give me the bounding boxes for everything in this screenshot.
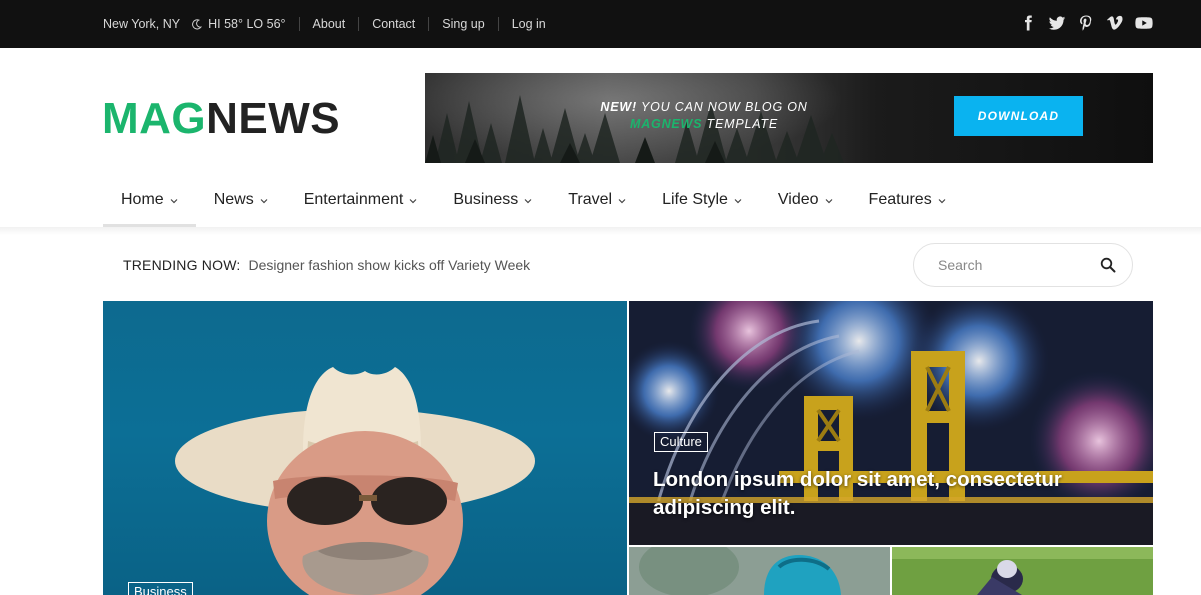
social-links (1018, 12, 1153, 34)
nav-entertainment-label: Entertainment (303, 191, 404, 208)
nav-news[interactable]: News (196, 179, 286, 227)
about-link[interactable]: About (313, 17, 346, 31)
chevron-down-icon (825, 199, 832, 204)
search-icon[interactable] (1100, 257, 1116, 273)
trending-label: TRENDING NOW: (123, 257, 241, 273)
search-box (913, 243, 1133, 287)
banner-ad[interactable]: NEW! YOU CAN NOW BLOG ON MAGNEWS TEMPLAT… (425, 73, 1153, 163)
contact-link[interactable]: Contact (372, 17, 415, 31)
hero-card-small-2[interactable] (892, 547, 1153, 595)
signup-link[interactable]: Sing up (442, 17, 484, 31)
nav-home[interactable]: Home (103, 179, 196, 227)
hero-card-secondary[interactable]: Culture London ipsum dolor sit amet, con… (629, 301, 1153, 545)
nav-news-label: News (213, 191, 254, 208)
divider (497, 17, 499, 31)
motorcycle-race-image (892, 547, 1153, 595)
nav-business[interactable]: Business (435, 179, 550, 227)
nav-business-label: Business (453, 191, 519, 208)
logo-news-text: NEWS (206, 94, 341, 143)
pinterest-icon[interactable] (1076, 12, 1095, 34)
twitter-icon[interactable] (1047, 12, 1066, 34)
swimmer-image (629, 547, 890, 595)
youtube-icon[interactable] (1134, 12, 1153, 34)
category-tag[interactable]: Business (128, 582, 193, 595)
article-headline[interactable]: London ipsum dolor sit amet, consectetur… (653, 466, 1123, 522)
nav-travel[interactable]: Travel (550, 179, 644, 227)
site-logo[interactable]: MAGNEWS (102, 96, 340, 142)
headline-line-2: adipiscing elit. (653, 496, 796, 519)
banner-new: NEW! (600, 100, 637, 114)
chevron-down-icon (938, 199, 946, 204)
logo-mag: MAG (102, 94, 207, 143)
banner-line1: YOU CAN NOW BLOG ON (636, 100, 808, 114)
trending-bar: TRENDING NOW: Designer fashion show kick… (123, 257, 530, 273)
divider (428, 17, 430, 31)
category-tag[interactable]: Culture (654, 432, 708, 452)
nav-travel-label: Travel (568, 191, 613, 208)
banner-text: NEW! YOU CAN NOW BLOG ON MAGNEWS TEMPLAT… (599, 99, 809, 133)
divider (298, 17, 300, 31)
chevron-down-icon (618, 199, 626, 204)
chevron-down-icon (409, 199, 417, 204)
login-link[interactable]: Log in (512, 17, 546, 31)
logo-news: NEWS (206, 94, 340, 143)
banner-line2: TEMPLATE (702, 117, 778, 131)
chevron-down-icon (260, 199, 268, 204)
top-bar: New York, NY HI 58° LO 56° About Contact… (0, 0, 1201, 48)
nav-video[interactable]: Video (760, 179, 851, 227)
nav-life-style[interactable]: Life Style (644, 179, 760, 227)
nav-features-label: Features (868, 191, 932, 208)
vimeo-icon[interactable] (1105, 12, 1124, 34)
divider (358, 17, 360, 31)
nav-entertainment[interactable]: Entertainment (286, 179, 436, 227)
weather-text: HI 58° LO 56° (208, 17, 286, 31)
weather-widget: New York, NY HI 58° LO 56° (103, 17, 286, 31)
nav-divider (0, 227, 1201, 235)
nav-features[interactable]: Features (851, 179, 964, 227)
main-nav: Home News Entertainment Business Travel … (103, 179, 964, 227)
nav-video-label: Video (777, 191, 819, 208)
top-bar-info: New York, NY HI 58° LO 56° About Contact… (103, 0, 546, 48)
nav-home-label: Home (121, 191, 164, 208)
location-text: New York, NY (103, 17, 181, 31)
cowboy-portrait-image (175, 367, 535, 595)
chevron-down-icon (734, 199, 742, 204)
download-button[interactable]: DOWNLOAD (954, 96, 1083, 136)
hero-card-main[interactable]: Business (103, 301, 627, 595)
hero-card-small-1[interactable] (629, 547, 890, 595)
banner-brand: MAGNEWS (630, 117, 703, 131)
nav-life-style-label: Life Style (662, 191, 728, 208)
moon-icon (192, 18, 203, 29)
headline-line-1: London ipsum dolor sit amet, consectetur (653, 468, 1062, 491)
chevron-down-icon (170, 199, 178, 204)
chevron-down-icon (524, 199, 532, 204)
trending-headline[interactable]: Designer fashion show kicks off Variety … (248, 257, 530, 273)
search-input[interactable] (938, 257, 1088, 273)
facebook-icon[interactable] (1018, 12, 1037, 34)
